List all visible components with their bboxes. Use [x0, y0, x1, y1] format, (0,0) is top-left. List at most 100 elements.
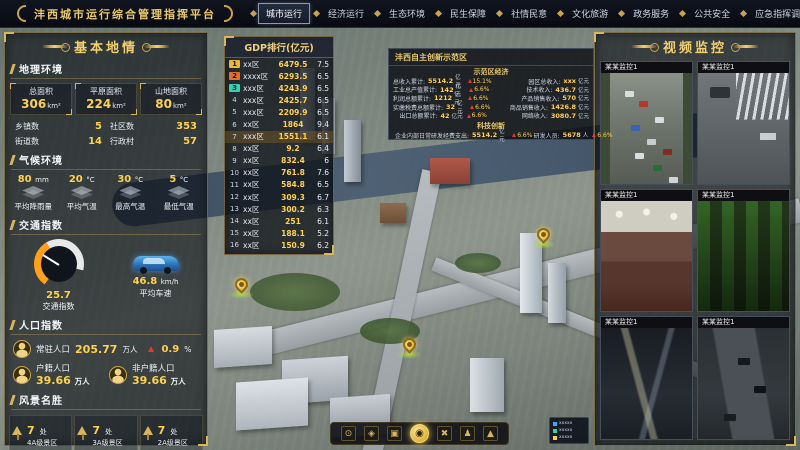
gdp-growth: 6.7: [313, 193, 329, 202]
camera-label: 某某监控1: [601, 317, 692, 328]
gdp-rank-badge: 10: [229, 169, 240, 177]
diamond-separator-icon: [496, 10, 503, 17]
nav-tab[interactable]: 应急指挥调度: [748, 4, 800, 23]
gdp-table-row[interactable]: 6 xx区 1864 9.4: [225, 118, 333, 130]
app-title-wrap: 沣西城市运行综合管理指挥平台: [17, 5, 233, 22]
nav-tab-unit: 城市运行: [249, 3, 310, 24]
toolbar-tool-icon[interactable]: ▲: [483, 426, 498, 441]
up-arrow-icon: [469, 88, 473, 92]
gdp-district-name: xx区: [243, 240, 273, 251]
gdp-district-name: xx区: [243, 59, 273, 70]
toolbar-tool-icon[interactable]: ◈: [364, 426, 379, 441]
gdp-table-row[interactable]: 5 xxx区 2209.9 6.5: [225, 106, 333, 118]
gdp-rank-badge: 1: [229, 60, 240, 68]
gdp-table-row[interactable]: 15 xx区 188.1 5.2: [225, 227, 333, 239]
building-block: [380, 203, 406, 223]
gdp-table-row[interactable]: 13 xx区 300.2 6.3: [225, 203, 333, 215]
people-icon: [13, 340, 31, 358]
nav-tab[interactable]: 文化旅游: [565, 4, 615, 23]
climate-section-title: 气候环境: [19, 152, 63, 167]
gdp-table-row[interactable]: 4 xxx区 2425.7 6.5: [225, 94, 333, 106]
nav-tab[interactable]: 公共安全: [687, 4, 737, 23]
toolbar-tool-icon[interactable]: ▣: [387, 426, 402, 441]
gdp-table-row[interactable]: 8 xx区 9.2 6.4: [225, 143, 333, 155]
gdp-table-row[interactable]: 3 xxx区 4243.9 6.5: [225, 82, 333, 94]
stat-unit: 人: [583, 131, 589, 139]
camera-tile[interactable]: 某某监控1: [600, 61, 693, 185]
diamond-separator-icon: [740, 10, 747, 17]
gdp-table-row[interactable]: 9 xx区 832.4 6: [225, 155, 333, 167]
camera-label: 某某监控1: [698, 190, 789, 201]
camera-tile[interactable]: 某某监控1: [697, 189, 790, 313]
ornament-left: [42, 45, 68, 48]
gdp-table-row[interactable]: 12 xx区 309.3 6.7: [225, 191, 333, 203]
economy-stat-row: 利润总额累计: 1212 亿元 6.6%: [393, 94, 492, 103]
economy-stat-row: 商品销售收入: 1426.8 亿元: [492, 103, 589, 112]
climate-value: 5 °C: [155, 174, 204, 185]
resident-population-row: 常驻人口 205.77 万人 0.9 %: [13, 340, 199, 358]
header: 沣西城市运行综合管理指挥平台 城市运行 经济运行 生态环境 民生保障: [0, 0, 800, 28]
nav-tab[interactable]: 城市运行: [258, 3, 310, 24]
basic-info-title-row: 基本地情: [5, 33, 207, 58]
population-group: 非户籍人口 39.66 万人: [109, 362, 199, 387]
nav-tab[interactable]: 社情民意: [504, 4, 554, 23]
camera-tile[interactable]: 某某监控1: [600, 316, 693, 440]
toolbar-tool-icon[interactable]: ♟: [460, 426, 475, 441]
car-illustration: [133, 256, 179, 271]
nav-tab[interactable]: 政务服务: [626, 4, 676, 23]
gdp-rank-badge: 13: [229, 205, 240, 213]
nav-tab[interactable]: 经济运行: [321, 4, 371, 23]
economy-columns: 总收入累计: 5514.2 亿元 15.1% 工业总产值累计: 142 亿元 6…: [389, 77, 593, 120]
gdp-table-row[interactable]: 1 xx区 6479.5 7.5: [225, 58, 333, 70]
gdp-table-row[interactable]: 7 xxx区 1551.1 6.1: [225, 131, 333, 143]
scenic-item: 7 处 2A级景区: [140, 415, 203, 450]
ornament-right: [733, 45, 759, 48]
demo-zone-panel: 沣西自主创新示范区 示范区经济 总收入累计: 5514.2 亿元 15.1% 工…: [388, 48, 594, 140]
stat-unit: 亿元: [499, 127, 508, 143]
gdp-table-row[interactable]: 10 xx区 761.8 7.6: [225, 167, 333, 179]
basic-info-panel: 基本地情 地理环境 总面积 306km² 平原面积 224km² 山地面积 80…: [4, 32, 208, 446]
economy-left-column: 总收入累计: 5514.2 亿元 15.1% 工业总产值累计: 142 亿元 6…: [393, 77, 492, 120]
camera-video-feed: [601, 201, 692, 312]
gdp-rank-badge: 16: [229, 241, 240, 249]
video-panel-title: 视频监控: [663, 37, 727, 56]
gdp-value: 584.8: [273, 180, 313, 189]
gdp-district-name: xxx区: [243, 131, 273, 142]
gdp-value: 6293.5: [273, 72, 313, 81]
gdp-table-row[interactable]: 16 xx区 150.9 6.2: [225, 239, 333, 251]
toolbar-tool-icon[interactable]: ✖: [437, 426, 452, 441]
up-arrow-icon: [592, 133, 596, 137]
gdp-rank-badge: 8: [229, 145, 240, 153]
nav-tab-unit: 社情民意: [495, 4, 554, 23]
gdp-rank-badge: 4: [229, 96, 240, 104]
camera-label: 某某监控1: [698, 317, 789, 328]
nav-tabs: 城市运行 经济运行 生态环境 民生保障 社情民意 文化旅游: [249, 3, 800, 24]
resident-value: 205.77: [75, 343, 117, 356]
camera-tile[interactable]: 某某监控1: [697, 61, 790, 185]
platform-diamond-icon: [21, 186, 45, 200]
stat-value: 5514.2: [472, 131, 497, 139]
gdp-growth: 6.5: [313, 180, 329, 189]
camera-video-feed: [601, 73, 692, 184]
up-arrow-icon: [148, 346, 154, 352]
economy-stat-row: 总收入累计: 5514.2 亿元 15.1%: [393, 77, 492, 86]
camera-label: 某某监控1: [601, 62, 692, 73]
camera-tile[interactable]: 某某监控1: [600, 189, 693, 313]
toolbar-tool-icon[interactable]: ◉: [410, 424, 429, 443]
gdp-value: 6479.5: [273, 60, 313, 69]
avg-speed-label: 平均车速: [133, 288, 179, 299]
gdp-table-row[interactable]: 14 xx区 251 6.1: [225, 215, 333, 227]
toolbar-tool-icon[interactable]: ⊙: [341, 426, 356, 441]
nav-tab[interactable]: 民生保障: [443, 4, 493, 23]
nav-tab[interactable]: 生态环境: [382, 4, 432, 23]
economy-right-column: 园区总收入: xxx 亿元 技术收入: 436.7 亿元 产品销售收入: 570: [492, 77, 589, 120]
title-bracket-right: [224, 5, 233, 22]
gdp-table-row[interactable]: 11 xx区 584.8 6.5: [225, 179, 333, 191]
gdp-value: 309.3: [273, 193, 313, 202]
camera-video-feed: [698, 73, 789, 184]
person-icon: [13, 366, 31, 384]
camera-tile[interactable]: 某某监控1: [697, 316, 790, 440]
gdp-table-row[interactable]: 2 xxxx区 6293.5 6.5: [225, 70, 333, 82]
nav-tab-unit: 民生保障: [434, 4, 493, 23]
tree-icon: [12, 426, 23, 440]
